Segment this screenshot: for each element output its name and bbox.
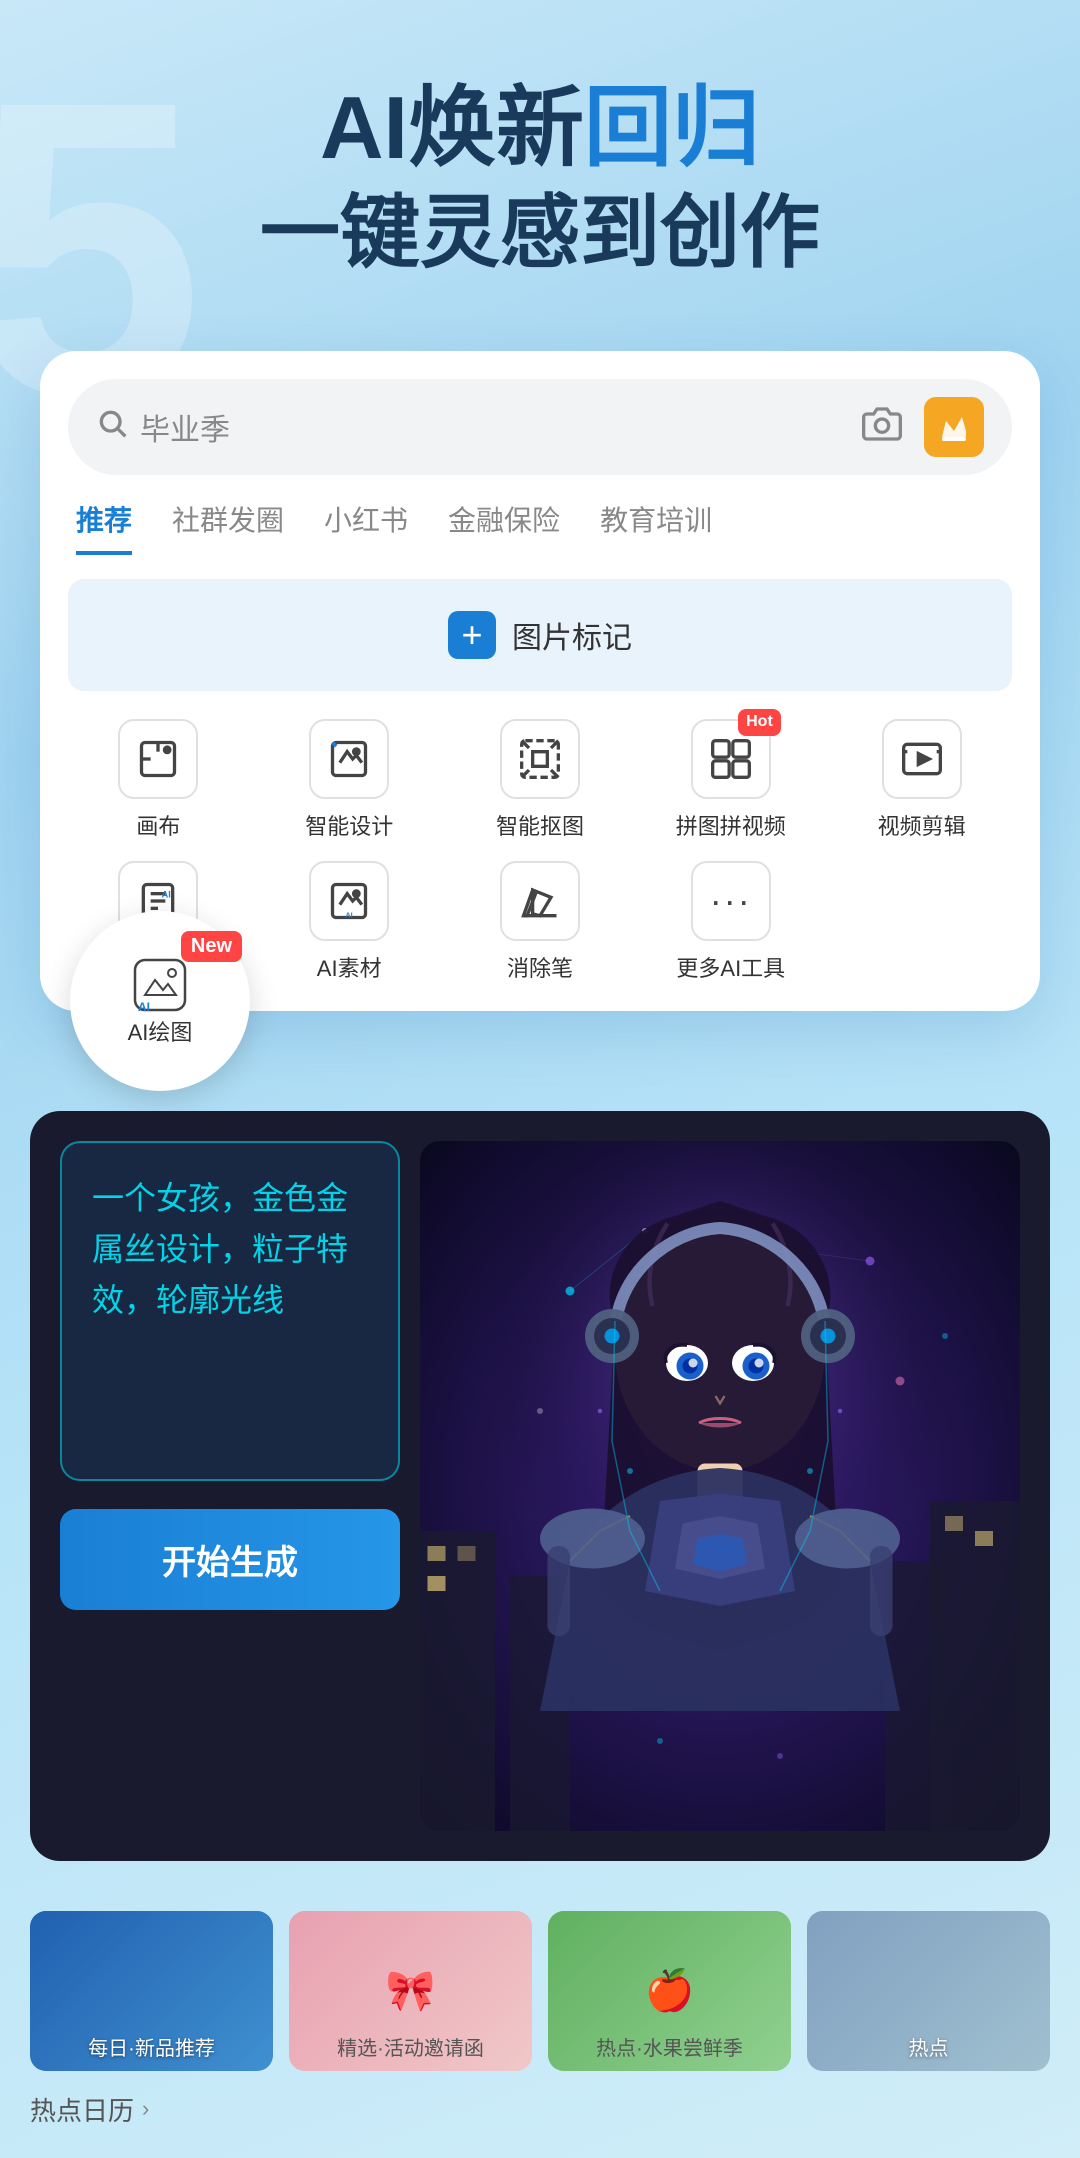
- search-icon: [96, 407, 128, 447]
- tool-more-ai-label: 更多AI工具: [676, 951, 785, 983]
- thumbnail-3[interactable]: 🍎 热点·水果尝鲜季: [548, 1911, 791, 2071]
- thumbnail-2-label: 精选·活动邀请函: [289, 2032, 532, 2061]
- prompt-panel: 一个女孩，金色金属丝设计，粒子特效，轮廓光线: [60, 1141, 400, 1481]
- tab-education[interactable]: 教育培训: [600, 499, 712, 555]
- hero-title-line1: AI焕新 回归: [60, 80, 1020, 177]
- tab-nav: 推荐 社群发圈 小红书 金融保险 教育培训: [68, 499, 1012, 555]
- thumbnail-4[interactable]: 热点: [807, 1911, 1050, 2071]
- hot-calendar-row[interactable]: 热点日历 ›: [30, 2091, 1050, 2128]
- tool-collage-label: 拼图拼视频: [676, 809, 786, 841]
- search-bar[interactable]: 毕业季: [68, 379, 1012, 475]
- tool-canvas-icon: [118, 719, 198, 799]
- svg-text:AI: AI: [346, 910, 353, 919]
- tool-collage-icon: Hot: [691, 719, 771, 799]
- badge-new: New: [181, 931, 242, 962]
- thumbnail-1[interactable]: 每日·新品推荐: [30, 1911, 273, 2071]
- app-card: 毕业季 推荐 社群发圈 小红书 金融保险 教育培训 + 图片标记: [40, 351, 1040, 1011]
- tool-eraser[interactable]: 消除笔: [450, 861, 631, 983]
- tab-recommended[interactable]: 推荐: [76, 499, 132, 555]
- tool-canvas[interactable]: 画布: [68, 719, 249, 841]
- image-marker-label: 图片标记: [512, 613, 632, 657]
- tool-smart-design-label: 智能设计: [305, 809, 393, 841]
- tool-video-edit-icon: [882, 719, 962, 799]
- tool-eraser-label: 消除笔: [507, 951, 573, 983]
- ai-draw-icon: AI: [130, 955, 190, 1015]
- plus-icon: +: [448, 611, 496, 659]
- tool-video-edit[interactable]: 视频剪辑: [831, 719, 1012, 841]
- hot-calendar-label: 热点日历: [30, 2091, 134, 2128]
- tool-more-ai-icon: ···: [691, 861, 771, 941]
- thumbnail-4-label: 热点: [807, 2032, 1050, 2061]
- tool-smart-cutout[interactable]: 智能抠图: [450, 719, 631, 841]
- svg-text:AI: AI: [138, 1000, 150, 1014]
- crown-badge[interactable]: [924, 397, 984, 457]
- search-placeholder-text: 毕业季: [140, 405, 850, 449]
- hero-title-part2: 回归: [584, 80, 760, 177]
- hero-title-line2: 一键灵感到创作: [60, 185, 1020, 281]
- tool-ai-material[interactable]: AI AI素材: [259, 861, 440, 983]
- image-marker-button[interactable]: + 图片标记: [68, 579, 1012, 691]
- prompt-text: 一个女孩，金色金属丝设计，粒子特效，轮廓光线: [92, 1173, 368, 1327]
- hero-title-part1: AI焕新: [320, 80, 584, 177]
- tool-smart-cutout-label: 智能抠图: [496, 809, 584, 841]
- thumbnail-2[interactable]: 🎀 精选·活动邀请函: [289, 1911, 532, 2071]
- ai-generated-image: [420, 1141, 1020, 1831]
- ai-draw-label: AI绘图: [128, 1015, 193, 1047]
- tool-smart-design-icon: [309, 719, 389, 799]
- thumbnails-row: 每日·新品推荐 🎀 精选·活动邀请函 🍎 热点·水果尝鲜季 热点: [30, 1911, 1050, 2071]
- thumbnail-3-label: 热点·水果尝鲜季: [548, 2032, 791, 2061]
- hero-section: AI焕新 回归 一键灵感到创作: [0, 0, 1080, 321]
- thumbnails-section: 每日·新品推荐 🎀 精选·活动邀请函 🍎 热点·水果尝鲜季 热点: [0, 1891, 1080, 2071]
- svg-text:AI: AI: [162, 889, 171, 899]
- tab-finance[interactable]: 金融保险: [448, 499, 560, 555]
- tool-eraser-icon: [500, 861, 580, 941]
- tab-xiaohongshu[interactable]: 小红书: [324, 499, 408, 555]
- prompt-column: 一个女孩，金色金属丝设计，粒子特效，轮廓光线 开始生成: [60, 1141, 400, 1831]
- ai-drawing-overlay[interactable]: AI AI绘图 New: [70, 911, 250, 1091]
- tablet-section: 一个女孩，金色金属丝设计，粒子特效，轮廓光线 开始生成: [30, 1111, 1050, 1861]
- tab-social-circle[interactable]: 社群发圈: [172, 499, 284, 555]
- badge-hot: Hot: [738, 709, 781, 736]
- tool-canvas-label: 画布: [136, 809, 180, 841]
- camera-icon[interactable]: [862, 404, 902, 449]
- tool-ai-material-icon: AI: [309, 861, 389, 941]
- tool-video-edit-label: 视频剪辑: [878, 809, 966, 841]
- ai-image-panel: [420, 1141, 1020, 1831]
- arrow-icon: ›: [142, 2096, 149, 2122]
- tool-collage[interactable]: Hot 拼图拼视频: [640, 719, 821, 841]
- generate-button[interactable]: 开始生成: [60, 1509, 400, 1610]
- tool-ai-material-label: AI素材: [317, 951, 382, 983]
- thumbnail-1-label: 每日·新品推荐: [30, 2032, 273, 2061]
- tool-smart-cutout-icon: [500, 719, 580, 799]
- tool-more-ai[interactable]: ··· 更多AI工具: [640, 861, 821, 983]
- hot-calendar-section: 热点日历 ›: [0, 2071, 1080, 2158]
- tool-smart-design[interactable]: 智能设计: [259, 719, 440, 841]
